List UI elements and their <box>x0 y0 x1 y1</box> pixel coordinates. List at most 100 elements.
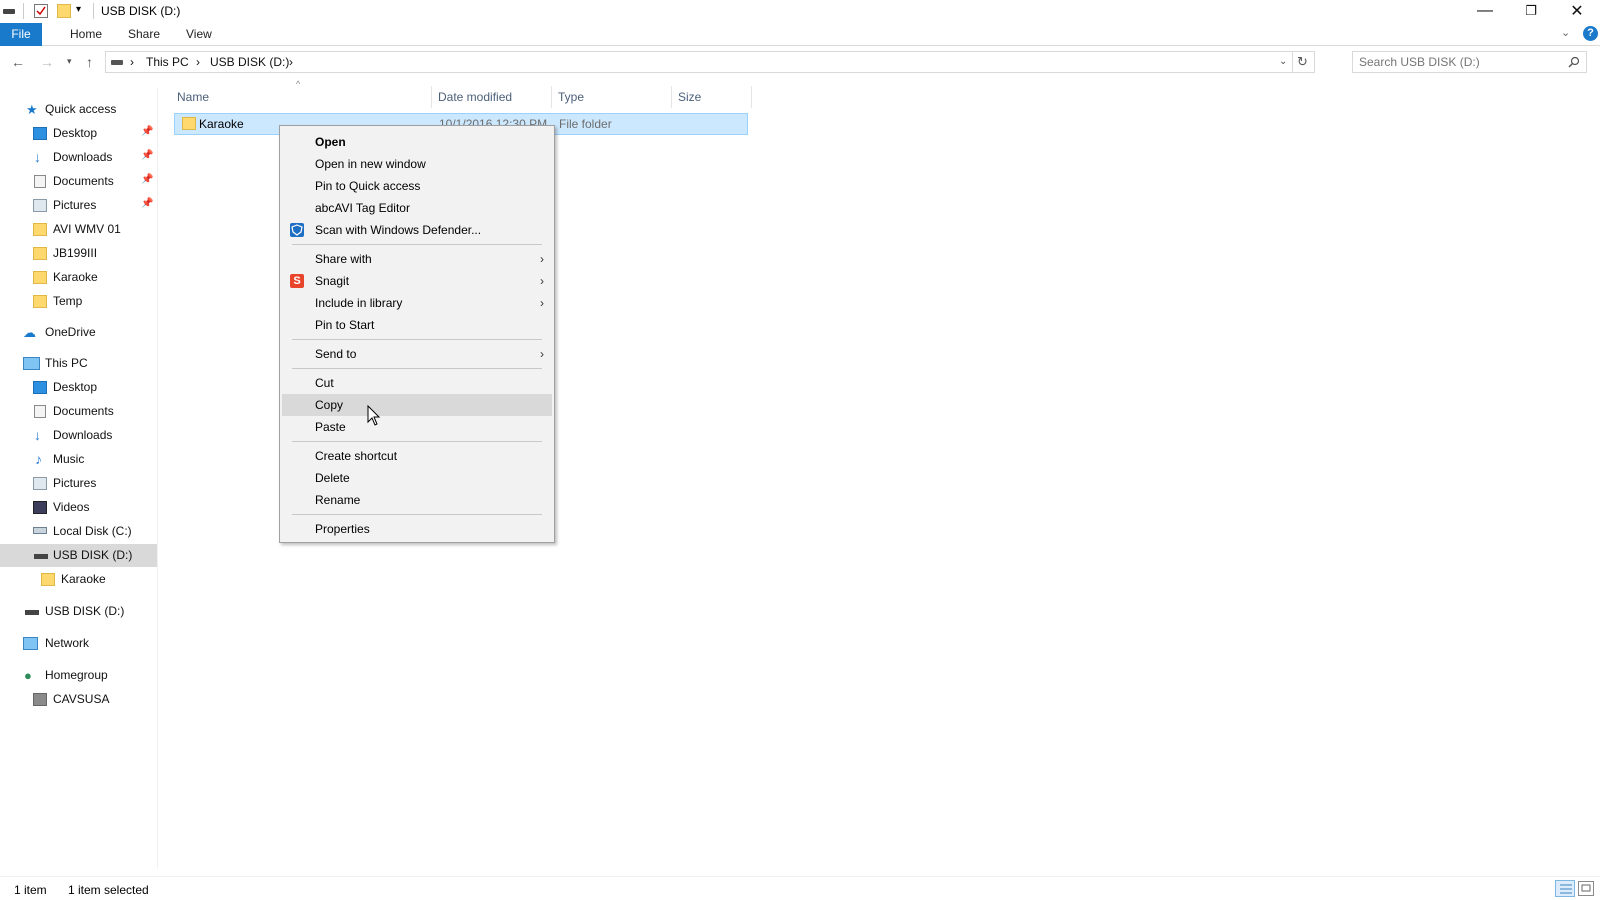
submenu-arrow-icon: › <box>540 296 544 310</box>
address-bar[interactable]: › This PC › USB DISK (D:) › ⌄ ↻ <box>105 51 1315 73</box>
homegroup-icon: ● <box>24 668 32 683</box>
column-date-modified[interactable]: Date modified <box>432 86 552 108</box>
pin-icon[interactable]: 📌 <box>141 174 153 185</box>
search-icon[interactable] <box>1568 56 1580 68</box>
menu-item-share-with[interactable]: Share with › <box>282 248 552 270</box>
menu-separator <box>292 339 542 340</box>
submenu-arrow-icon: › <box>540 347 544 361</box>
column-name[interactable]: Name <box>171 86 432 108</box>
menu-separator <box>292 514 542 515</box>
drive-icon <box>111 60 123 65</box>
menu-item-open[interactable]: Open <box>282 131 552 153</box>
column-type[interactable]: Type <box>552 86 672 108</box>
submenu-arrow-icon: › <box>540 252 544 266</box>
usb-drive-icon <box>25 610 39 615</box>
recent-locations-chevron-icon[interactable]: ▾ <box>67 56 72 67</box>
desktop-icon <box>33 381 47 394</box>
downloads-icon: ↓ <box>34 427 41 443</box>
expand-ribbon-icon[interactable]: ⌄ <box>1561 26 1570 39</box>
folder-icon <box>33 271 47 284</box>
music-icon: ♪ <box>35 451 42 467</box>
menu-separator <box>292 368 542 369</box>
menu-item-create-shortcut[interactable]: Create shortcut <box>282 445 552 467</box>
nav-qa-documents[interactable]: Documents <box>33 170 153 193</box>
folder-icon <box>33 247 47 260</box>
tab-share[interactable]: Share <box>118 23 170 46</box>
pin-icon[interactable]: 📌 <box>141 126 153 137</box>
back-arrow-icon[interactable]: ← <box>11 54 25 70</box>
properties-check-icon[interactable] <box>34 4 48 18</box>
pictures-icon <box>33 477 47 490</box>
search-input[interactable] <box>1359 55 1559 69</box>
pin-icon[interactable]: 📌 <box>141 198 153 209</box>
customize-toolbar-icon[interactable]: ▾ <box>76 4 81 15</box>
breadcrumb-this-pc[interactable]: This PC <box>146 55 189 69</box>
menu-item-send-to[interactable]: Send to › <box>282 343 552 365</box>
folder-icon <box>41 573 55 586</box>
minimize-button[interactable]: — <box>1462 0 1508 22</box>
mouse-cursor-icon <box>367 405 381 426</box>
title-bar: ▾ USB DISK (D:) — ❐ ✕ <box>0 0 1600 23</box>
menu-item-paste[interactable]: Paste <box>282 416 552 438</box>
documents-icon <box>34 405 46 418</box>
drive-icon[interactable] <box>3 9 15 14</box>
file-type: File folder <box>559 117 612 131</box>
menu-item-include-library[interactable]: Include in library › <box>282 292 552 314</box>
context-menu: Open Open in new window Pin to Quick acc… <box>279 125 555 543</box>
menu-item-cut[interactable]: Cut <box>282 372 552 394</box>
folder-icon <box>182 117 196 130</box>
menu-item-properties[interactable]: Properties <box>282 518 552 540</box>
menu-item-delete[interactable]: Delete <box>282 467 552 489</box>
up-arrow-icon[interactable]: ↑ <box>86 54 93 70</box>
large-icons-view-icon[interactable] <box>1578 881 1594 896</box>
details-view-icon[interactable] <box>1555 880 1575 897</box>
downloads-icon: ↓ <box>34 149 41 165</box>
menu-item-pin-quick-access[interactable]: Pin to Quick access <box>282 175 552 197</box>
menu-item-scan-defender[interactable]: Scan with Windows Defender... <box>282 219 552 241</box>
file-name: Karaoke <box>199 117 244 131</box>
local-disk-icon <box>33 527 47 534</box>
menu-item-copy[interactable]: Copy <box>282 394 552 416</box>
ribbon-tabs: File Home Share View ⌄ ? <box>0 23 1600 46</box>
status-item-count: 1 item <box>14 883 47 897</box>
menu-separator <box>292 244 542 245</box>
close-button[interactable]: ✕ <box>1554 0 1600 22</box>
breadcrumb-separator[interactable]: › <box>196 55 200 69</box>
menu-item-abcavi-tag-editor[interactable]: abcAVI Tag Editor <box>282 197 552 219</box>
tab-file[interactable]: File <box>0 23 42 46</box>
breadcrumb-separator[interactable]: › <box>289 55 293 69</box>
pictures-icon <box>33 199 47 212</box>
restore-button[interactable]: ❐ <box>1508 0 1554 22</box>
column-size[interactable]: Size <box>672 86 752 108</box>
refresh-icon[interactable]: ↻ <box>1297 54 1308 70</box>
menu-item-open-new-window[interactable]: Open in new window <box>282 153 552 175</box>
nav-qa-downloads[interactable]: ↓ Downloads <box>33 146 153 169</box>
pin-icon[interactable]: 📌 <box>141 150 153 161</box>
menu-item-rename[interactable]: Rename <box>282 489 552 511</box>
documents-icon <box>34 175 46 188</box>
divider <box>23 3 24 19</box>
menu-item-snagit[interactable]: S Snagit › <box>282 270 552 292</box>
breadcrumb-separator[interactable]: › <box>130 55 134 69</box>
forward-arrow-icon[interactable]: → <box>40 54 54 70</box>
breadcrumb-usb-disk[interactable]: USB DISK (D:) <box>210 55 289 69</box>
tab-view[interactable]: View <box>176 23 222 46</box>
window-title: USB DISK (D:) <box>101 4 181 18</box>
menu-separator <box>292 441 542 442</box>
videos-icon <box>33 501 47 514</box>
desktop-icon <box>33 127 47 140</box>
status-selected-count: 1 item selected <box>68 883 149 897</box>
nav-qa-pictures[interactable]: Pictures <box>33 194 153 217</box>
help-icon[interactable]: ? <box>1583 26 1598 41</box>
tab-home[interactable]: Home <box>60 23 112 46</box>
computer-icon <box>23 357 40 370</box>
new-folder-icon[interactable] <box>57 4 71 18</box>
menu-item-pin-start[interactable]: Pin to Start <box>282 314 552 336</box>
address-dropdown-chevron-icon[interactable]: ⌄ <box>1279 56 1287 67</box>
nav-pc-usb-disk-d[interactable]: USB DISK (D:) <box>0 544 157 567</box>
search-box[interactable] <box>1352 51 1587 73</box>
submenu-arrow-icon: › <box>540 274 544 288</box>
cloud-icon: ☁ <box>23 325 36 340</box>
divider <box>1292 52 1293 72</box>
nav-qa-desktop[interactable]: Desktop <box>33 122 153 145</box>
